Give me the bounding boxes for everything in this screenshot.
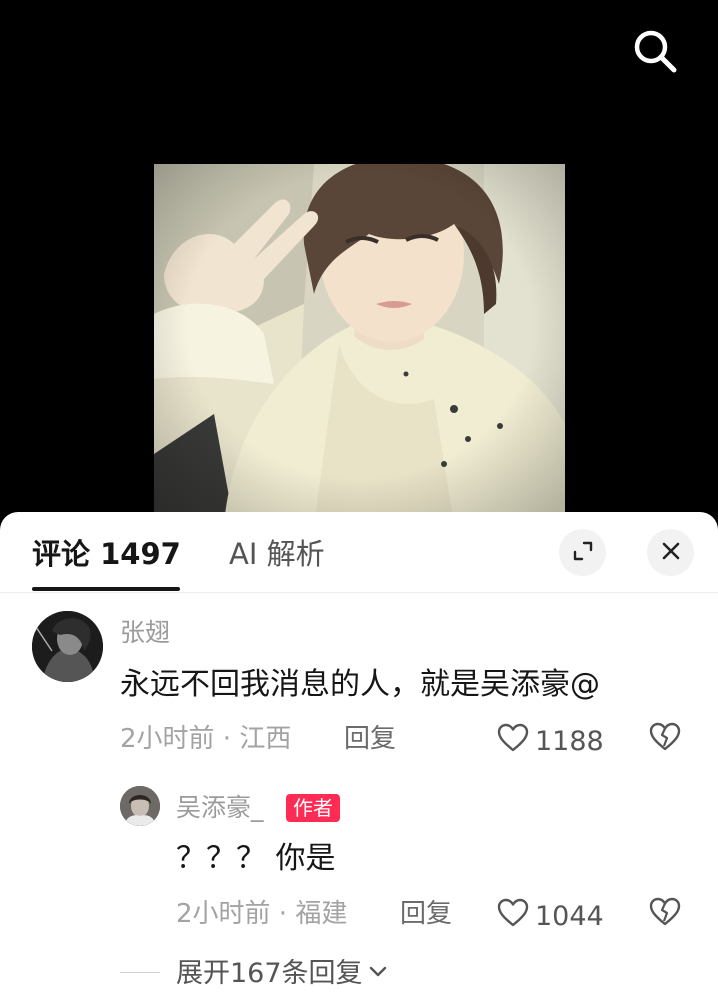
heart-outline-icon (497, 898, 529, 936)
divider-line (120, 972, 160, 973)
like-button[interactable]: 1188 (497, 723, 604, 761)
tab-ai-label: AI 解析 (229, 537, 325, 571)
active-tab-indicator (32, 587, 180, 591)
comment-text: 永远不回我消息的人，就是吴添豪@ (120, 667, 600, 702)
chevron-down-icon (367, 957, 389, 991)
search-button[interactable] (626, 24, 684, 82)
expand-replies-button[interactable]: 展开167条回复 (176, 957, 389, 991)
reply-avatar[interactable] (120, 786, 160, 826)
comment-time-location: 2小时前 · 江西 (120, 724, 292, 754)
tab-comments-label: 评论 (32, 537, 91, 571)
close-sheet-button[interactable] (647, 529, 694, 576)
expand-icon (571, 539, 595, 567)
reply-button[interactable]: 回复 (344, 723, 396, 755)
expand-replies-label: 展开167条回复 (176, 958, 363, 989)
post-photo[interactable] (154, 164, 565, 524)
comments-sheet: 评论 1497 AI 解析 张翅 永远不回我消息的人，就是吴添豪@ 2小时前 ·… (0, 512, 718, 1006)
like-count: 1188 (535, 726, 604, 757)
comment-tabs: 评论 1497 AI 解析 (0, 512, 718, 593)
screen: 评论 1497 AI 解析 张翅 永远不回我消息的人，就是吴添豪@ 2小时前 ·… (0, 0, 718, 1006)
search-icon (630, 26, 680, 80)
dislike-button[interactable] (648, 722, 682, 756)
avatar[interactable] (32, 611, 103, 682)
tab-comments-count: 1497 (100, 537, 181, 571)
reply-username[interactable]: 吴添豪_ (176, 793, 264, 823)
reply-time-location: 2小时前 · 福建 (176, 899, 348, 929)
heart-outline-icon (497, 723, 529, 761)
tab-comments[interactable]: 评论 1497 (32, 536, 181, 572)
reply-reply-button[interactable]: 回复 (400, 898, 452, 930)
reply-like-count: 1044 (535, 901, 604, 932)
comment-username[interactable]: 张翅 (120, 618, 170, 648)
tab-ai-analysis[interactable]: AI 解析 (229, 536, 325, 572)
reply-dislike-button[interactable] (648, 897, 682, 931)
broken-heart-icon (649, 722, 681, 756)
expand-sheet-button[interactable] (559, 529, 606, 576)
reply-text: ？？？ 你是 (176, 841, 336, 876)
author-badge: 作者 (286, 794, 340, 822)
broken-heart-icon (649, 897, 681, 931)
reply-like-button[interactable]: 1044 (497, 898, 604, 936)
close-icon (660, 540, 682, 566)
